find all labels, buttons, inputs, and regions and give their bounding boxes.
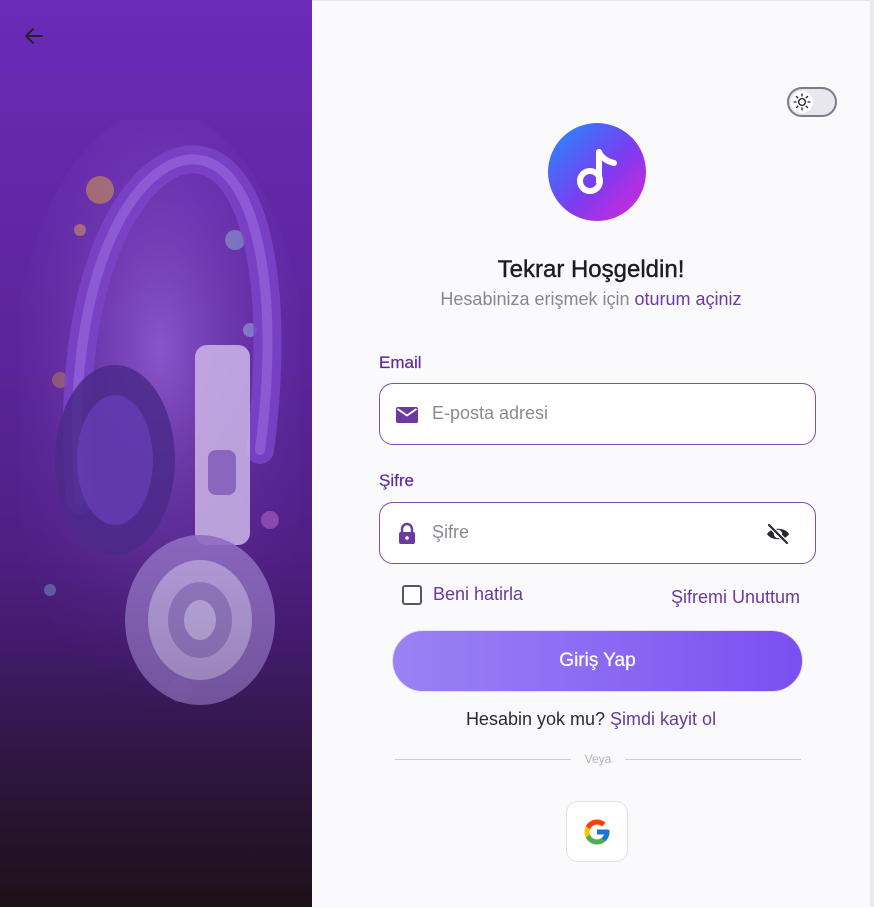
remember-checkbox[interactable] [402,584,422,605]
or-divider: Veya [395,752,801,767]
remember-me[interactable]: Beni hatirla [402,584,523,605]
eye-off-icon[interactable] [765,522,791,546]
theme-toggle[interactable] [787,87,837,117]
password-field[interactable]: Şifre [379,502,816,564]
music-note-icon [577,149,617,194]
password-placeholder: Şifre [432,522,470,542]
hero-panel [0,0,312,907]
sun-icon [793,93,811,111]
signup-link[interactable]: Şimdi kayit ol [610,709,716,729]
lock-icon [399,522,415,544]
forgot-password-link[interactable]: Şifremi Unuttum [671,587,800,608]
envelope-icon [396,407,418,423]
page-subtitle: Hesabiniza erişmek için oturum açiniz [312,289,870,310]
login-button[interactable]: Giriş Yap [392,630,803,692]
email-placeholder: E-posta adresi [432,403,549,423]
signup-text: Hesabin yok mu? [465,709,606,729]
login-panel: Tekrar Hoşgeldin! Hesabiniza erişmek içi… [312,0,870,908]
google-icon [584,819,610,844]
remember-label: Beni hatirla [433,584,524,604]
email-label: Email [379,353,422,372]
login-button-label: Giriş Yap [559,650,636,671]
back-button[interactable] [20,22,48,50]
subtitle-link: oturum açiniz [634,289,742,309]
theme-toggle-knob [791,91,813,113]
email-field[interactable]: E-posta adresi [379,383,816,445]
password-label: Şifre [379,471,414,490]
app-logo [548,123,646,221]
page-title: Tekrar Hoşgeldin! [497,256,685,283]
signup-prompt: Hesabin yok mu? Şimdi kayit ol [312,709,870,730]
subtitle-text: Hesabiniza erişmek için [440,289,630,309]
arrow-left-icon [25,28,43,44]
window-edge [870,0,874,907]
divider-line-right [625,759,801,760]
google-signin-button[interactable] [566,801,628,862]
